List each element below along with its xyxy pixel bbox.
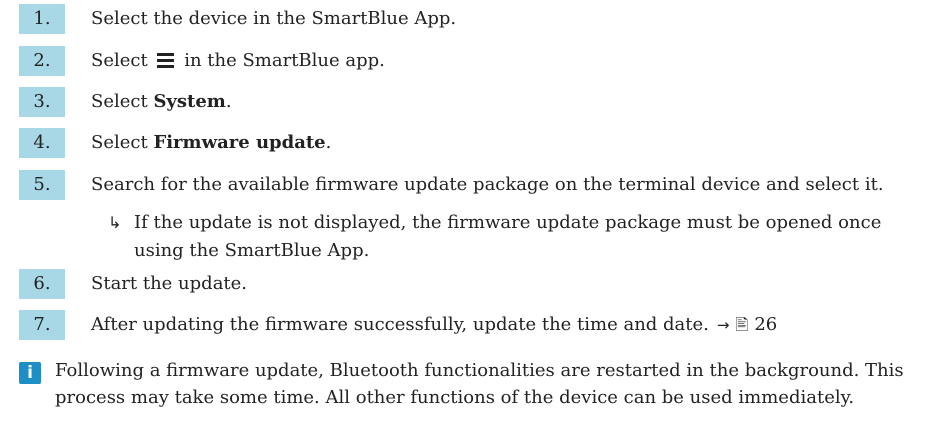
step-number: 7.: [19, 310, 65, 340]
step-number: 3.: [19, 87, 65, 117]
step-1: 1. Select the device in the SmartBlue Ap…: [0, 4, 940, 34]
step-text: After updating the firmware successfully…: [91, 310, 777, 340]
step-text: Select the device in the SmartBlue App.: [91, 8, 457, 29]
step-text-post: .: [325, 132, 332, 153]
step-2: 2. Select in the SmartBlue app.: [0, 46, 940, 76]
step-number: 2.: [19, 46, 65, 76]
note-text: Following a firmware update, Bluetooth f…: [55, 360, 904, 408]
step-text: Select in the SmartBlue app.: [91, 46, 385, 76]
menu-icon: [157, 53, 175, 68]
result-text: If the update is not displayed, the firm…: [134, 212, 882, 261]
step-text: Start the update.: [91, 273, 248, 294]
page-reference-icon: 🖹: [735, 315, 749, 334]
step-text-body: After updating the firmware successfully…: [91, 314, 709, 335]
result-arrow-icon: ↳: [108, 213, 122, 232]
step-text: Search for the available firmware update…: [91, 174, 884, 195]
step-5: 5. Search for the available firmware upd…: [0, 170, 940, 200]
menu-path-system: System: [153, 91, 226, 112]
page-reference-link[interactable]: 26: [754, 314, 777, 335]
step-text-post: .: [225, 91, 232, 112]
step-text: Select System.: [91, 87, 232, 117]
step-number: 6.: [19, 269, 65, 299]
info-icon: i: [19, 362, 41, 384]
menu-path-firmware-update: Firmware update: [153, 132, 326, 153]
step-4: 4. Select Firmware update.: [0, 128, 940, 158]
step-text: Select Firmware update.: [91, 128, 331, 158]
step-number: 1.: [19, 4, 65, 34]
step-6: 6. Start the update.: [0, 269, 940, 299]
step-number: 5.: [19, 170, 65, 200]
step-number: 4.: [19, 128, 65, 158]
step-text-pre: Select: [91, 132, 154, 153]
step-3: 3. Select System.: [0, 87, 940, 117]
info-note: i Following a firmware update, Bluetooth…: [10, 357, 945, 443]
cross-reference-arrow-icon: →: [716, 316, 730, 334]
step-text-pre: Select: [91, 91, 154, 112]
step-7: 7. After updating the firmware successfu…: [0, 310, 940, 340]
step-text-pre: Select: [91, 50, 148, 71]
step-text-post: in the SmartBlue app.: [184, 50, 385, 71]
